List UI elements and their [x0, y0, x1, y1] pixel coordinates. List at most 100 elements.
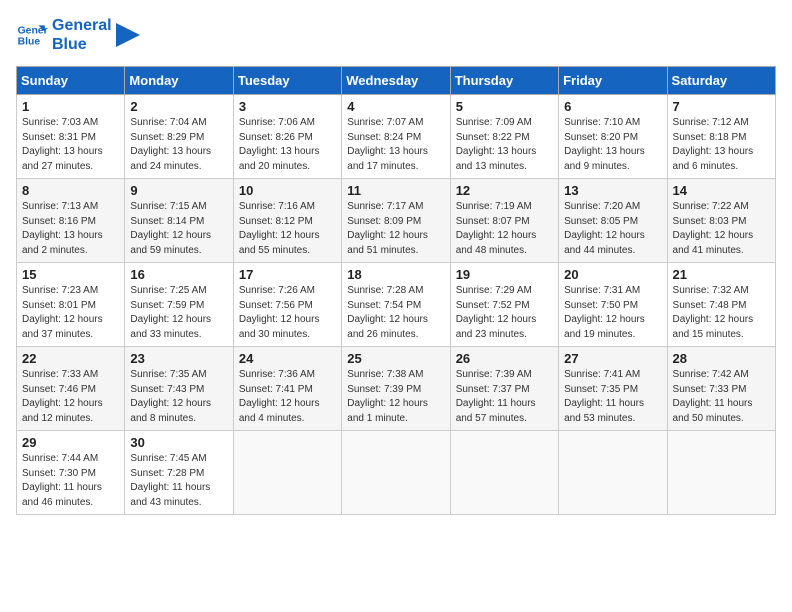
day-cell-16: 16 Sunrise: 7:25 AM Sunset: 7:59 PM Dayl…	[125, 263, 233, 347]
day-number: 17	[239, 267, 336, 282]
day-info: Sunrise: 7:16 AM Sunset: 8:12 PM Dayligh…	[239, 200, 336, 258]
day-info: Sunrise: 7:29 AM Sunset: 7:52 PM Dayligh…	[456, 284, 553, 342]
day-number: 8	[22, 183, 119, 198]
day-info: Sunrise: 7:03 AM Sunset: 8:31 PM Dayligh…	[22, 116, 119, 174]
header-friday: Friday	[559, 67, 667, 95]
day-number: 15	[22, 267, 119, 282]
day-cell-6: 6 Sunrise: 7:10 AM Sunset: 8:20 PM Dayli…	[559, 95, 667, 179]
day-cell-23: 23 Sunrise: 7:35 AM Sunset: 7:43 PM Dayl…	[125, 347, 233, 431]
day-cell-20: 20 Sunrise: 7:31 AM Sunset: 7:50 PM Dayl…	[559, 263, 667, 347]
week-row-5: 29 Sunrise: 7:44 AM Sunset: 7:30 PM Dayl…	[17, 431, 776, 515]
day-number: 29	[22, 435, 119, 450]
day-info: Sunrise: 7:20 AM Sunset: 8:05 PM Dayligh…	[564, 200, 661, 258]
day-info: Sunrise: 7:42 AM Sunset: 7:33 PM Dayligh…	[673, 368, 770, 426]
day-number: 28	[673, 351, 770, 366]
calendar-table: Sunday Monday Tuesday Wednesday Thursday…	[16, 66, 776, 515]
day-number: 5	[456, 99, 553, 114]
day-cell-25: 25 Sunrise: 7:38 AM Sunset: 7:39 PM Dayl…	[342, 347, 450, 431]
day-cell-21: 21 Sunrise: 7:32 AM Sunset: 7:48 PM Dayl…	[667, 263, 775, 347]
day-number: 7	[673, 99, 770, 114]
day-info: Sunrise: 7:13 AM Sunset: 8:16 PM Dayligh…	[22, 200, 119, 258]
day-cell-28: 28 Sunrise: 7:42 AM Sunset: 7:33 PM Dayl…	[667, 347, 775, 431]
day-info: Sunrise: 7:23 AM Sunset: 8:01 PM Dayligh…	[22, 284, 119, 342]
day-number: 10	[239, 183, 336, 198]
day-info: Sunrise: 7:19 AM Sunset: 8:07 PM Dayligh…	[456, 200, 553, 258]
week-row-3: 15 Sunrise: 7:23 AM Sunset: 8:01 PM Dayl…	[17, 263, 776, 347]
day-info: Sunrise: 7:32 AM Sunset: 7:48 PM Dayligh…	[673, 284, 770, 342]
header-saturday: Saturday	[667, 67, 775, 95]
day-info: Sunrise: 7:28 AM Sunset: 7:54 PM Dayligh…	[347, 284, 444, 342]
header-wednesday: Wednesday	[342, 67, 450, 95]
day-info: Sunrise: 7:12 AM Sunset: 8:18 PM Dayligh…	[673, 116, 770, 174]
logo: General Blue General Blue	[16, 16, 140, 54]
day-number: 23	[130, 351, 227, 366]
empty-cell	[559, 431, 667, 515]
day-info: Sunrise: 7:07 AM Sunset: 8:24 PM Dayligh…	[347, 116, 444, 174]
day-number: 21	[673, 267, 770, 282]
day-cell-4: 4 Sunrise: 7:07 AM Sunset: 8:24 PM Dayli…	[342, 95, 450, 179]
week-row-4: 22 Sunrise: 7:33 AM Sunset: 7:46 PM Dayl…	[17, 347, 776, 431]
day-number: 12	[456, 183, 553, 198]
day-cell-10: 10 Sunrise: 7:16 AM Sunset: 8:12 PM Dayl…	[233, 179, 341, 263]
day-cell-8: 8 Sunrise: 7:13 AM Sunset: 8:16 PM Dayli…	[17, 179, 125, 263]
day-info: Sunrise: 7:35 AM Sunset: 7:43 PM Dayligh…	[130, 368, 227, 426]
day-info: Sunrise: 7:15 AM Sunset: 8:14 PM Dayligh…	[130, 200, 227, 258]
day-number: 1	[22, 99, 119, 114]
day-info: Sunrise: 7:33 AM Sunset: 7:46 PM Dayligh…	[22, 368, 119, 426]
day-cell-18: 18 Sunrise: 7:28 AM Sunset: 7:54 PM Dayl…	[342, 263, 450, 347]
header-sunday: Sunday	[17, 67, 125, 95]
day-number: 20	[564, 267, 661, 282]
day-cell-11: 11 Sunrise: 7:17 AM Sunset: 8:09 PM Dayl…	[342, 179, 450, 263]
day-number: 18	[347, 267, 444, 282]
day-info: Sunrise: 7:22 AM Sunset: 8:03 PM Dayligh…	[673, 200, 770, 258]
day-info: Sunrise: 7:44 AM Sunset: 7:30 PM Dayligh…	[22, 452, 119, 510]
day-number: 26	[456, 351, 553, 366]
day-cell-7: 7 Sunrise: 7:12 AM Sunset: 8:18 PM Dayli…	[667, 95, 775, 179]
day-cell-2: 2 Sunrise: 7:04 AM Sunset: 8:29 PM Dayli…	[125, 95, 233, 179]
day-cell-17: 17 Sunrise: 7:26 AM Sunset: 7:56 PM Dayl…	[233, 263, 341, 347]
day-cell-29: 29 Sunrise: 7:44 AM Sunset: 7:30 PM Dayl…	[17, 431, 125, 515]
day-info: Sunrise: 7:38 AM Sunset: 7:39 PM Dayligh…	[347, 368, 444, 426]
day-cell-15: 15 Sunrise: 7:23 AM Sunset: 8:01 PM Dayl…	[17, 263, 125, 347]
day-number: 9	[130, 183, 227, 198]
day-number: 22	[22, 351, 119, 366]
day-cell-24: 24 Sunrise: 7:36 AM Sunset: 7:41 PM Dayl…	[233, 347, 341, 431]
empty-cell	[342, 431, 450, 515]
day-number: 30	[130, 435, 227, 450]
day-cell-3: 3 Sunrise: 7:06 AM Sunset: 8:26 PM Dayli…	[233, 95, 341, 179]
day-number: 2	[130, 99, 227, 114]
week-row-2: 8 Sunrise: 7:13 AM Sunset: 8:16 PM Dayli…	[17, 179, 776, 263]
day-cell-5: 5 Sunrise: 7:09 AM Sunset: 8:22 PM Dayli…	[450, 95, 558, 179]
day-number: 3	[239, 99, 336, 114]
empty-cell	[450, 431, 558, 515]
header-monday: Monday	[125, 67, 233, 95]
day-cell-14: 14 Sunrise: 7:22 AM Sunset: 8:03 PM Dayl…	[667, 179, 775, 263]
day-info: Sunrise: 7:10 AM Sunset: 8:20 PM Dayligh…	[564, 116, 661, 174]
empty-cell	[233, 431, 341, 515]
header-thursday: Thursday	[450, 67, 558, 95]
logo-blue: Blue	[52, 35, 112, 54]
day-cell-27: 27 Sunrise: 7:41 AM Sunset: 7:35 PM Dayl…	[559, 347, 667, 431]
empty-cell	[667, 431, 775, 515]
day-info: Sunrise: 7:17 AM Sunset: 8:09 PM Dayligh…	[347, 200, 444, 258]
header-tuesday: Tuesday	[233, 67, 341, 95]
day-cell-1: 1 Sunrise: 7:03 AM Sunset: 8:31 PM Dayli…	[17, 95, 125, 179]
logo-general: General	[52, 16, 112, 35]
day-cell-13: 13 Sunrise: 7:20 AM Sunset: 8:05 PM Dayl…	[559, 179, 667, 263]
day-number: 19	[456, 267, 553, 282]
svg-text:Blue: Blue	[18, 37, 41, 48]
week-row-1: 1 Sunrise: 7:03 AM Sunset: 8:31 PM Dayli…	[17, 95, 776, 179]
day-cell-19: 19 Sunrise: 7:29 AM Sunset: 7:52 PM Dayl…	[450, 263, 558, 347]
day-cell-9: 9 Sunrise: 7:15 AM Sunset: 8:14 PM Dayli…	[125, 179, 233, 263]
day-number: 14	[673, 183, 770, 198]
day-number: 13	[564, 183, 661, 198]
day-cell-22: 22 Sunrise: 7:33 AM Sunset: 7:46 PM Dayl…	[17, 347, 125, 431]
day-info: Sunrise: 7:41 AM Sunset: 7:35 PM Dayligh…	[564, 368, 661, 426]
day-number: 27	[564, 351, 661, 366]
day-info: Sunrise: 7:25 AM Sunset: 7:59 PM Dayligh…	[130, 284, 227, 342]
day-info: Sunrise: 7:39 AM Sunset: 7:37 PM Dayligh…	[456, 368, 553, 426]
day-number: 11	[347, 183, 444, 198]
page-header: General Blue General Blue	[16, 16, 776, 54]
day-number: 24	[239, 351, 336, 366]
day-info: Sunrise: 7:26 AM Sunset: 7:56 PM Dayligh…	[239, 284, 336, 342]
